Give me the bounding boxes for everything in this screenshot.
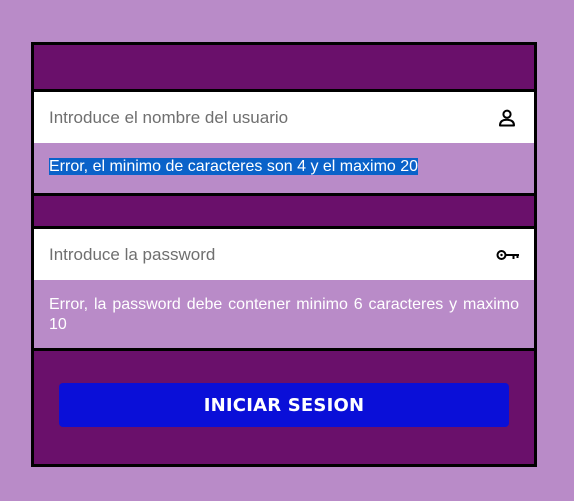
login-button[interactable]: INICIAR SESION bbox=[59, 383, 509, 427]
password-error-message: Error, la password debe contener minimo … bbox=[34, 280, 534, 348]
username-error-message: Error, el minimo de caracteres son 4 y e… bbox=[34, 143, 534, 193]
user-icon bbox=[496, 107, 518, 129]
login-form: Error, el minimo de caracteres son 4 y e… bbox=[31, 42, 537, 467]
form-header-band bbox=[34, 45, 534, 89]
form-middle-band bbox=[34, 196, 534, 226]
username-error-text: Error, el minimo de caracteres son 4 y e… bbox=[49, 158, 419, 175]
password-field[interactable] bbox=[34, 229, 534, 280]
username-input[interactable] bbox=[34, 92, 534, 143]
password-input[interactable] bbox=[34, 229, 534, 280]
form-footer-band: INICIAR SESION bbox=[34, 351, 534, 464]
key-icon bbox=[495, 244, 521, 266]
username-field[interactable] bbox=[34, 92, 534, 143]
